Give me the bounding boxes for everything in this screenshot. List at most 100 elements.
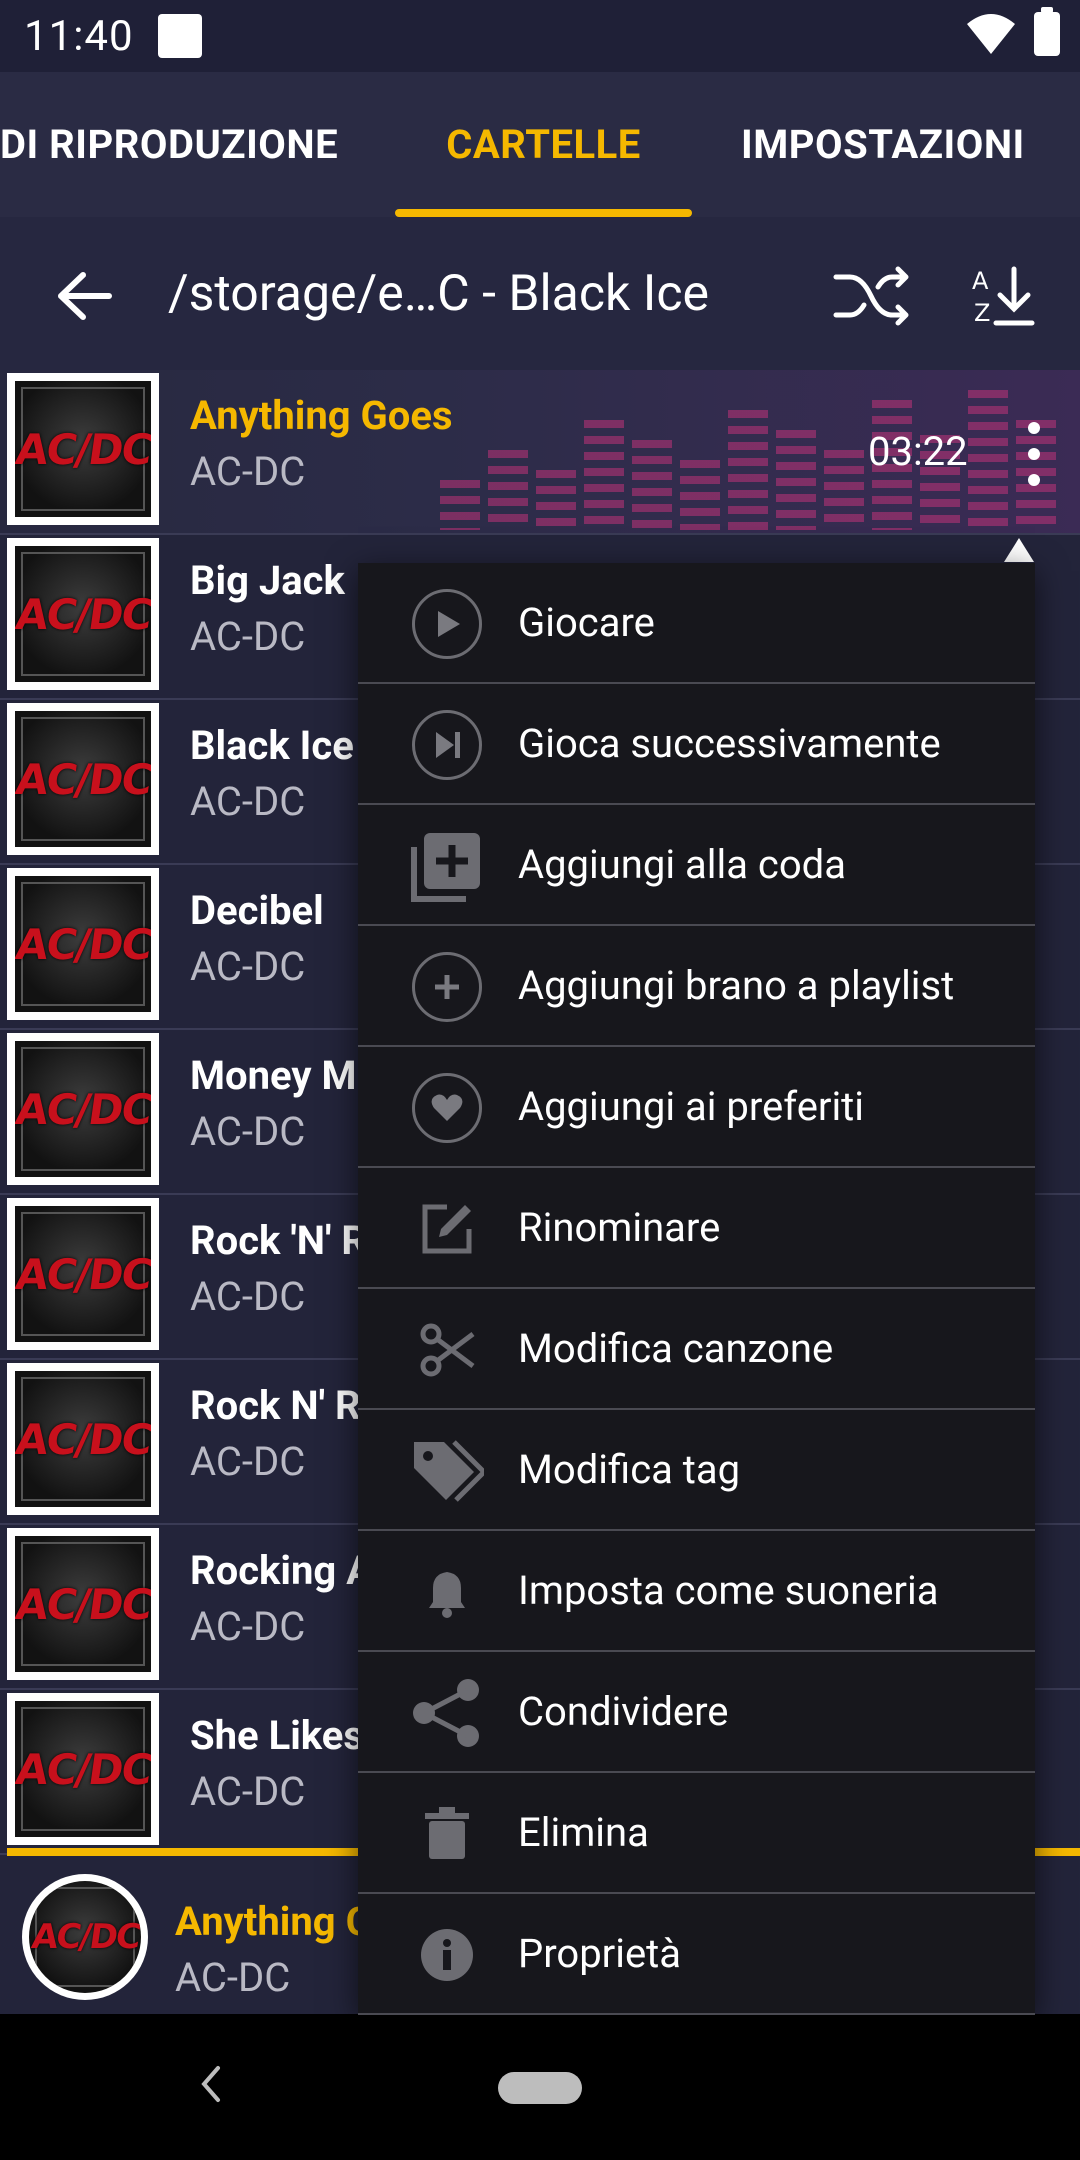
song-title: She Likes bbox=[190, 1712, 364, 1759]
album-cover: AC/DC bbox=[7, 1033, 159, 1185]
now-playing-artist: AC-DC bbox=[175, 1954, 291, 2001]
song-artist: AC-DC bbox=[190, 613, 306, 660]
notification-icon bbox=[157, 14, 202, 58]
heart-icon bbox=[410, 1071, 484, 1145]
back-button[interactable] bbox=[50, 261, 120, 331]
menu-label: Imposta come suoneria bbox=[518, 1567, 939, 1614]
cover-logo: AC/DC bbox=[15, 1084, 151, 1134]
menu-item-add-queue[interactable]: Aggiungi alla coda bbox=[358, 805, 1035, 926]
song-row-current[interactable]: AC/DC Anything Goes AC-DC 03:22 bbox=[0, 370, 1080, 535]
menu-item-add-playlist[interactable]: Aggiungi brano a playlist bbox=[358, 926, 1035, 1047]
system-nav-bar bbox=[0, 2014, 1080, 2160]
play-next-icon bbox=[410, 708, 484, 782]
nav-home-button[interactable] bbox=[498, 2072, 582, 2104]
song-artist: AC-DC bbox=[190, 1438, 306, 1485]
album-cover: AC/DC bbox=[7, 703, 159, 855]
song-title: Rock N' R bbox=[190, 1382, 361, 1429]
song-duration: 03:22 bbox=[868, 428, 968, 475]
bell-icon bbox=[410, 1555, 484, 1629]
menu-item-play-next[interactable]: Gioca successivamente bbox=[358, 684, 1035, 805]
menu-label: Modifica tag bbox=[518, 1446, 741, 1493]
song-title: Anything Goes bbox=[190, 392, 453, 439]
song-artist: AC-DC bbox=[190, 943, 306, 990]
song-artist: AC-DC bbox=[190, 1273, 306, 1320]
song-title: Black Ice bbox=[190, 722, 354, 769]
svg-text:A: A bbox=[972, 267, 989, 295]
tag-icon bbox=[410, 1434, 484, 1508]
cover-logo: AC/DC bbox=[15, 589, 151, 639]
wifi-icon bbox=[967, 14, 1015, 54]
cover-logo: AC/DC bbox=[15, 424, 151, 474]
album-cover: AC/DC bbox=[7, 1198, 159, 1350]
menu-item-edit-tag[interactable]: Modifica tag bbox=[358, 1410, 1035, 1531]
album-cover: AC/DC bbox=[7, 1528, 159, 1680]
tab-indicator bbox=[395, 209, 692, 217]
song-artist: AC-DC bbox=[190, 1768, 306, 1815]
context-menu: Giocare Gioca successivamente Aggiungi a… bbox=[358, 563, 1035, 2015]
menu-label: Rinominare bbox=[518, 1204, 721, 1251]
album-cover: AC/DC bbox=[7, 1363, 159, 1515]
popup-arrow bbox=[1004, 538, 1034, 562]
menu-item-edit-song[interactable]: Modifica canzone bbox=[358, 1289, 1035, 1410]
menu-label: Condividere bbox=[518, 1688, 729, 1735]
sort-az-icon: A Z bbox=[972, 266, 1035, 327]
cover-logo: AC/DC bbox=[29, 1917, 141, 1957]
shuffle-icon bbox=[833, 266, 909, 326]
menu-label: Aggiungi brano a playlist bbox=[518, 962, 955, 1009]
tab-bar: DI RIPRODUZIONE CARTELLE IMPOSTAZIONI bbox=[0, 72, 1080, 217]
cover-logo: AC/DC bbox=[15, 919, 151, 969]
album-cover: AC/DC bbox=[7, 373, 159, 525]
path-toolbar: /storage/e…C - Black Ice A Z bbox=[0, 217, 1080, 370]
menu-item-delete[interactable]: Elimina bbox=[358, 1773, 1035, 1894]
cover-logo: AC/DC bbox=[15, 1414, 151, 1464]
scissors-icon bbox=[410, 1313, 484, 1387]
share-icon bbox=[410, 1676, 484, 1750]
song-title: Decibel bbox=[190, 887, 324, 934]
add-queue-icon bbox=[410, 829, 484, 903]
status-time: 11:40 bbox=[24, 11, 134, 61]
svg-text:Z: Z bbox=[974, 299, 990, 327]
now-playing-cover: AC/DC bbox=[22, 1874, 148, 2000]
battery-icon bbox=[1034, 7, 1060, 56]
album-cover: AC/DC bbox=[7, 868, 159, 1020]
menu-label: Aggiungi ai preferiti bbox=[518, 1083, 864, 1130]
status-icons bbox=[966, 7, 1060, 56]
sort-button[interactable]: A Z bbox=[970, 257, 1040, 335]
song-artist: AC-DC bbox=[190, 1603, 306, 1650]
shuffle-button[interactable] bbox=[832, 257, 910, 335]
menu-item-properties[interactable]: Proprietà bbox=[358, 1894, 1035, 2015]
more-options-button[interactable] bbox=[1022, 422, 1046, 486]
play-icon bbox=[410, 587, 484, 661]
cover-logo: AC/DC bbox=[15, 1744, 151, 1794]
song-artist: AC-DC bbox=[190, 778, 306, 825]
album-cover: AC/DC bbox=[7, 538, 159, 690]
menu-item-favorite[interactable]: Aggiungi ai preferiti bbox=[358, 1047, 1035, 1168]
song-title: Rock 'N' R bbox=[190, 1217, 368, 1264]
tab-folders[interactable]: CARTELLE bbox=[395, 72, 692, 217]
menu-label: Modifica canzone bbox=[518, 1325, 834, 1372]
info-icon bbox=[410, 1918, 484, 1992]
cover-logo: AC/DC bbox=[15, 1579, 151, 1629]
edit-icon bbox=[410, 1192, 484, 1266]
menu-label: Giocare bbox=[518, 599, 655, 646]
nav-back-icon[interactable] bbox=[196, 2064, 226, 2104]
song-title: Big Jack bbox=[190, 557, 345, 604]
menu-label: Elimina bbox=[518, 1809, 649, 1856]
cover-logo: AC/DC bbox=[15, 1249, 151, 1299]
tab-settings[interactable]: IMPOSTAZIONI bbox=[725, 72, 1080, 217]
menu-item-share[interactable]: Condividere bbox=[358, 1652, 1035, 1773]
song-title: Money M bbox=[190, 1052, 357, 1099]
menu-item-rename[interactable]: Rinominare bbox=[358, 1168, 1035, 1289]
menu-label: Aggiungi alla coda bbox=[518, 841, 846, 888]
album-cover: AC/DC bbox=[7, 1693, 159, 1845]
song-artist: AC-DC bbox=[190, 1108, 306, 1155]
arrow-left-icon bbox=[58, 272, 112, 320]
menu-item-ringtone[interactable]: Imposta come suoneria bbox=[358, 1531, 1035, 1652]
menu-item-play[interactable]: Giocare bbox=[358, 563, 1035, 684]
tab-playlist[interactable]: DI RIPRODUZIONE bbox=[0, 72, 360, 217]
trash-icon bbox=[410, 1797, 484, 1871]
menu-label: Gioca successivamente bbox=[518, 720, 941, 767]
status-bar: 11:40 bbox=[0, 0, 1080, 72]
song-title: Rocking A bbox=[190, 1547, 374, 1594]
add-playlist-icon bbox=[410, 950, 484, 1024]
